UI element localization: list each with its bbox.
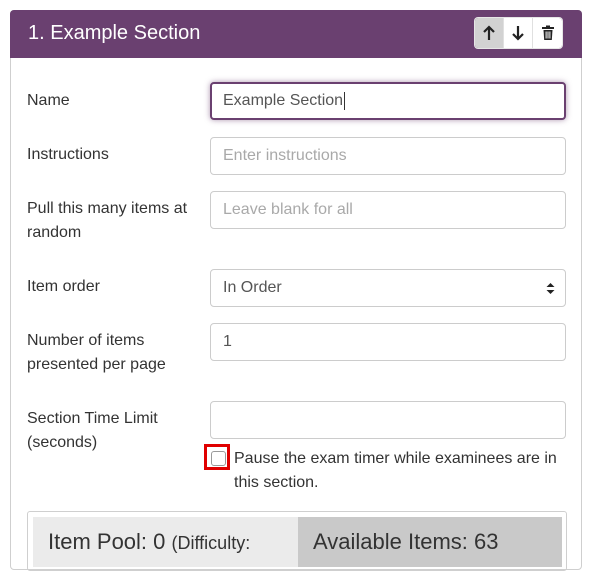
select-arrows-icon: [546, 283, 555, 294]
delete-button[interactable]: [533, 18, 562, 48]
available-items-cell: Available Items: 63: [298, 517, 562, 567]
pull-items-label-line2: random: [27, 224, 82, 241]
time-limit-label: Section Time Limit (seconds): [27, 407, 158, 455]
available-items-label: Available Items: 63: [313, 529, 499, 554]
instructions-field[interactable]: Enter instructions: [210, 137, 566, 175]
pause-timer-checkbox[interactable]: [211, 451, 226, 466]
text-caret: [344, 91, 346, 110]
item-pool-summary: Item Pool: 0 (Difficulty: Available Item…: [27, 511, 567, 571]
pause-timer-label: Pause the exam timer while examinees are…: [234, 450, 557, 491]
arrow-up-icon: [483, 25, 495, 40]
time-limit-label-line2: (seconds): [27, 434, 98, 451]
pull-items-label: Pull this many items at random: [27, 197, 187, 245]
per-page-label-line1: Number of items: [27, 332, 145, 349]
pull-items-field[interactable]: Leave blank for all: [210, 191, 566, 229]
item-order-select[interactable]: In Order: [210, 269, 566, 307]
time-limit-label-line1: Section Time Limit: [27, 410, 158, 427]
time-limit-field[interactable]: [210, 401, 566, 439]
name-field[interactable]: Example Section: [210, 82, 566, 120]
instructions-label: Instructions: [27, 146, 109, 163]
section-title: 1. Example Section: [28, 22, 201, 44]
name-label: Name: [27, 92, 70, 109]
section-header: 1. Example Section: [10, 10, 582, 58]
trash-icon: [541, 25, 554, 40]
pull-items-label-line1: Pull this many items at: [27, 200, 188, 217]
item-pool-label: Item Pool: 0: [48, 529, 166, 554]
name-value: Example Section: [223, 92, 344, 109]
move-up-button[interactable]: [475, 18, 504, 48]
highlight-outline: [204, 444, 230, 470]
move-down-button[interactable]: [504, 18, 533, 48]
arrow-down-icon: [512, 26, 524, 41]
item-pool-cell: Item Pool: 0 (Difficulty:: [33, 517, 298, 567]
section-controls: [475, 18, 562, 48]
item-order-label: Item order: [27, 278, 100, 295]
per-page-field[interactable]: 1: [210, 323, 566, 361]
per-page-label: Number of items presented per page: [27, 329, 166, 377]
per-page-label-line2: presented per page: [27, 356, 166, 373]
difficulty-label: (Difficulty:: [171, 533, 251, 553]
item-order-value: In Order: [223, 279, 282, 296]
